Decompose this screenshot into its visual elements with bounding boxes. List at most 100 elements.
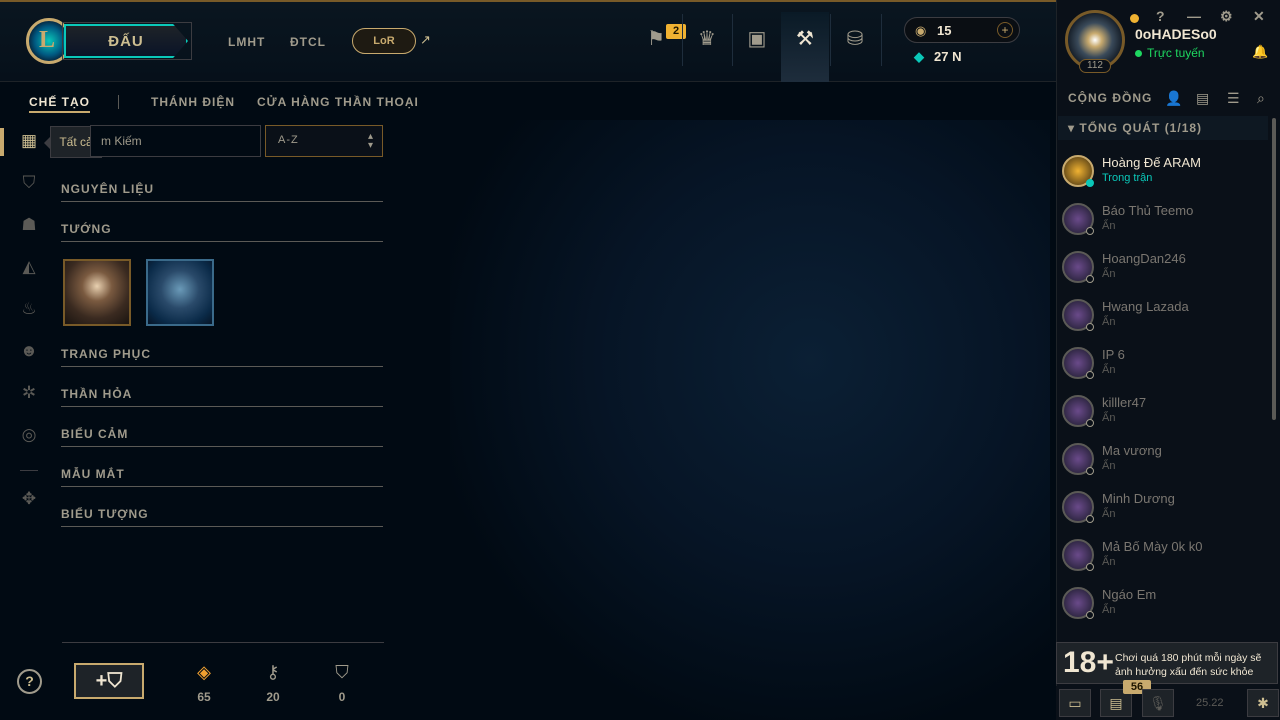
emote-face-icon[interactable]: ☻ [18,340,40,362]
sort-dropdown[interactable]: A-Z ▴ ▾ [265,125,383,157]
settings-gear-icon[interactable]: ⚙ [1220,8,1233,25]
champion-shard-2[interactable] [146,259,214,326]
help-icon[interactable]: ? [1156,8,1165,24]
friend-item[interactable]: Ngáo Em Ẩn [1062,583,1262,631]
notification-dot [1130,14,1139,23]
blue-essence-icon: ◆ [914,49,924,64]
friend-status: Ẩn [1102,460,1116,472]
search-input[interactable]: m Kiếm [90,125,261,157]
section-icons[interactable]: BIỂU TƯỢNG [61,505,383,527]
minimize-icon[interactable]: — [1187,8,1201,24]
tab-mythic-shop[interactable]: CỬA HÀNG THẦN THOẠI [257,95,419,109]
close-icon[interactable]: ✕ [1253,8,1265,25]
friend-status: Ẩn [1102,268,1116,280]
subnav-divider [118,95,119,109]
tab-sanctum[interactable]: THÁNH ĐIỆN [151,95,235,109]
ward-flame-icon[interactable]: ♨ [18,298,40,320]
eye-color-icon[interactable]: ✲ [18,382,40,404]
friend-status-dot [1086,227,1094,235]
skin-mask-icon[interactable]: ◭ [18,256,40,278]
search-icon[interactable]: ⌕ [1257,90,1265,107]
rp-amount: 15 [937,23,952,38]
lor-label: LoR [373,35,395,47]
add-folder-icon[interactable]: ▤ [1196,90,1209,107]
friend-item[interactable]: Minh Dương Ẩn [1062,487,1262,535]
friend-group-header[interactable]: ▾ TỔNG QUÁT (1/18) [1058,116,1268,140]
friend-item[interactable]: Ma vương Ẩn [1062,439,1262,487]
loot-crafting-icon[interactable]: ⚒ [792,26,818,52]
grid-icon[interactable]: ▦ [18,130,40,152]
nav-dtcl[interactable]: ĐTCL [290,35,326,49]
friend-group-label: TỔNG QUÁT (1/18) [1079,121,1203,135]
friend-status: Ẩn [1102,412,1116,424]
friend-item[interactable]: killler47 Ẩn [1062,391,1262,439]
play-button[interactable]: ĐẤU [64,24,188,58]
friend-item[interactable]: IP 6 Ẩn [1062,343,1262,391]
friend-status-dot [1086,611,1094,619]
friend-status-dot [1086,515,1094,523]
friend-name: killler47 [1102,395,1147,410]
buy-rp-button[interactable]: + [997,22,1013,38]
profile-icon-filter-icon[interactable]: ◎ [18,424,40,446]
friend-item[interactable]: Mả Bố Mày 0k k0 Ẩn [1062,535,1262,583]
section-skins[interactable]: TRANG PHỤC [61,345,383,367]
friend-status-dot [1086,419,1094,427]
friend-item[interactable]: Hoàng Đế ARAM Trong trận [1062,151,1262,199]
friend-status: Ẩn [1102,220,1116,232]
chests-amount: 0 [338,690,346,704]
friend-status: Ẩn [1102,364,1116,376]
chat-icon[interactable]: ▭ [1059,689,1091,717]
friend-name: Mả Bố Mày 0k k0 [1102,539,1203,554]
champion-shard-1[interactable] [63,259,131,326]
profile-status[interactable]: Trực tuyến [1135,46,1205,60]
friends-scrollbar[interactable] [1272,118,1276,420]
friend-status-dot [1086,563,1094,571]
store-icon[interactable]: ⛁ [842,26,868,52]
section-wards[interactable]: THẦN HỎA [61,385,383,407]
chest-icon: ⛉ [335,662,349,682]
missions-badge: 2 [666,24,686,39]
age-rating: 18+ [1063,646,1114,679]
key-icon: ⚷ [266,662,280,682]
friend-item[interactable]: HoangDan246 Ẩn [1062,247,1262,295]
bell-icon[interactable]: 🔔 [1252,44,1268,60]
add-friend-icon[interactable]: 👤 [1165,90,1182,107]
other-filter-icon[interactable]: ✥ [18,488,40,510]
friend-item[interactable]: Hwang Lazada Ẩn [1062,295,1262,343]
friend-status: Ẩn [1102,604,1116,616]
keys-display: ⚷ 20 [253,660,293,704]
updown-icon: ▴ ▾ [367,131,374,151]
friend-status-dot [1086,371,1094,379]
tab-crafting[interactable]: CHẾ TẠO [29,95,90,113]
riot-points-display: ◉ 15 + [904,17,1020,43]
chevron-down-icon: ▾ [1068,121,1080,135]
section-eye-colors[interactable]: MẪU MẮT [61,465,383,487]
profile-name[interactable]: 0oHADESo0 [1135,26,1217,42]
orange-essence-display: ◈ 65 [184,660,224,704]
divider [881,14,882,66]
section-emotes[interactable]: BIỂU CẢM [61,425,383,447]
section-champions[interactable]: TƯỚNG [61,220,383,242]
microphone-icon[interactable]: 🎙 [1142,689,1174,717]
orange-essence-amount: 65 [197,690,211,704]
list-icon[interactable]: ☰ [1227,90,1240,107]
nav-lmht[interactable]: LMHT [228,35,265,49]
section-materials[interactable]: NGUYÊN LIỆU [61,180,383,202]
help-button[interactable]: ? [17,669,42,694]
lor-button[interactable]: LoR [352,28,416,54]
friend-status: Ẩn [1102,508,1116,520]
friend-item[interactable]: Báo Thủ Teemo Ẩn [1062,199,1262,247]
collection-icon[interactable]: ▣ [744,26,770,52]
profile-level: 112 [1079,59,1111,73]
craft-chest-button[interactable]: +⛉ [74,663,144,699]
chest-filter-icon[interactable]: ⛉ [18,172,40,194]
friend-status-dot [1086,467,1094,475]
sort-value: A-Z [278,134,299,146]
ranked-icon[interactable]: ♛ [694,26,720,52]
external-link-icon: ↗ [420,32,431,47]
champion-filter-icon[interactable]: ☗ [18,214,40,236]
bug-report-icon[interactable]: ✱ [1247,689,1279,717]
blue-essence-amount: 27 N [934,49,962,64]
bottom-divider [62,642,384,643]
client-version: 25.22 [1196,697,1224,709]
